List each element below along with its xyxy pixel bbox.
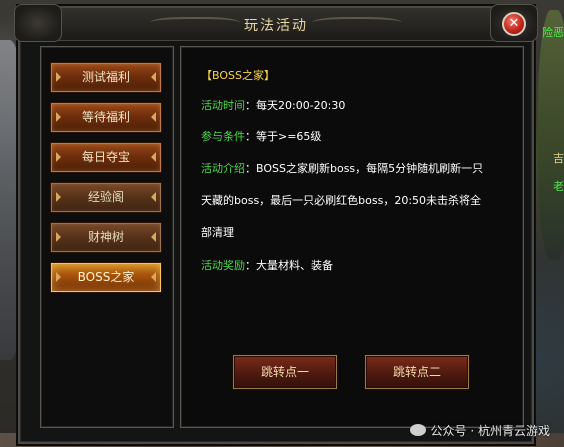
jump-point-two-button[interactable]: 跳转点二 <box>365 355 469 389</box>
intro-label: 活动介绍 <box>201 162 245 175</box>
arrow-right-icon <box>151 192 156 202</box>
arrow-left-icon <box>56 152 61 162</box>
arrow-left-icon <box>56 232 61 242</box>
activity-window: 玩法活动 ✕ 测试福利 等待福利 每日夺宝 经验阁 财神树 BOSS之家 【BO… <box>14 4 538 444</box>
window-title: 玩法活动 <box>244 18 308 34</box>
reward-label: 活动奖励 <box>201 259 245 272</box>
close-icon[interactable]: ✕ <box>502 12 526 36</box>
activity-menu: 测试福利 等待福利 每日夺宝 经验阁 财神树 BOSS之家 <box>40 46 174 428</box>
condition-label: 参与条件 <box>201 130 245 143</box>
intro-row: 活动介绍：BOSS之家刷新boss，每隔5分钟随机刷新一只 <box>201 160 483 176</box>
intro-separator: ： <box>245 162 256 175</box>
arrow-left-icon <box>56 272 61 282</box>
arrow-left-icon <box>56 192 61 202</box>
watermark: 公众号 · 杭州青云游戏 <box>409 422 550 439</box>
arrow-right-icon <box>151 272 156 282</box>
intro-text-line3: 部清理 <box>201 226 234 239</box>
reward-separator: ： <box>245 259 256 272</box>
arrow-right-icon <box>151 72 156 82</box>
jump-point-one-button[interactable]: 跳转点一 <box>233 355 337 389</box>
condition-separator: ： <box>245 130 256 143</box>
reward-row: 活动奖励：大量材料、装备 <box>201 257 333 273</box>
menu-item-label: BOSS之家 <box>77 270 135 284</box>
time-value: 每天20:00-20:30 <box>256 99 346 112</box>
activity-details: 【BOSS之家】 活动时间：每天20:00-20:30 参与条件：等于>=65级… <box>180 46 524 428</box>
arrow-right-icon <box>151 232 156 242</box>
arrow-right-icon <box>151 152 156 162</box>
menu-item-label: 测试福利 <box>81 70 130 84</box>
menu-item-boss-home[interactable]: BOSS之家 <box>50 262 162 293</box>
intro-text-line2: 天藏的boss，最后一只必刷红色boss，20:50未击杀将全 <box>201 194 482 207</box>
map-label-top-right: 险恶 <box>542 26 564 39</box>
menu-item-test-benefit[interactable]: 测试福利 <box>50 62 162 93</box>
menu-item-label: 财神树 <box>87 230 124 244</box>
menu-item-wealth-tree[interactable]: 财神树 <box>50 222 162 253</box>
menu-item-experience-pavilion[interactable]: 经验阁 <box>50 182 162 213</box>
title-bar[interactable]: 玩法活动 ✕ <box>14 4 538 42</box>
activity-heading: 【BOSS之家】 <box>201 69 275 82</box>
menu-item-label: 每日夺宝 <box>81 150 130 164</box>
participation-row: 参与条件：等于>=65级 <box>201 128 321 144</box>
menu-item-label: 经验阁 <box>87 190 124 204</box>
arrow-left-icon <box>56 72 61 82</box>
activity-time-row: 活动时间：每天20:00-20:30 <box>201 97 345 113</box>
intro-text-line1: BOSS之家刷新boss，每隔5分钟随机刷新一只 <box>256 162 484 175</box>
condition-value: 等于>=65级 <box>256 130 322 143</box>
menu-item-daily-treasure[interactable]: 每日夺宝 <box>50 142 162 173</box>
watermark-text: 公众号 · 杭州青云游戏 <box>430 424 550 438</box>
map-label-right-yellow: 吉 <box>553 152 564 165</box>
time-separator: ： <box>245 99 256 112</box>
wechat-icon <box>409 424 426 436</box>
time-label: 活动时间 <box>201 99 245 112</box>
menu-item-wait-benefit[interactable]: 等待福利 <box>50 102 162 133</box>
reward-value: 大量材料、装备 <box>256 259 333 272</box>
background-character-right <box>538 10 564 260</box>
arrow-left-icon <box>56 112 61 122</box>
menu-item-label: 等待福利 <box>81 110 130 124</box>
arrow-right-icon <box>151 112 156 122</box>
map-label-mid-right: 老 <box>553 180 564 193</box>
